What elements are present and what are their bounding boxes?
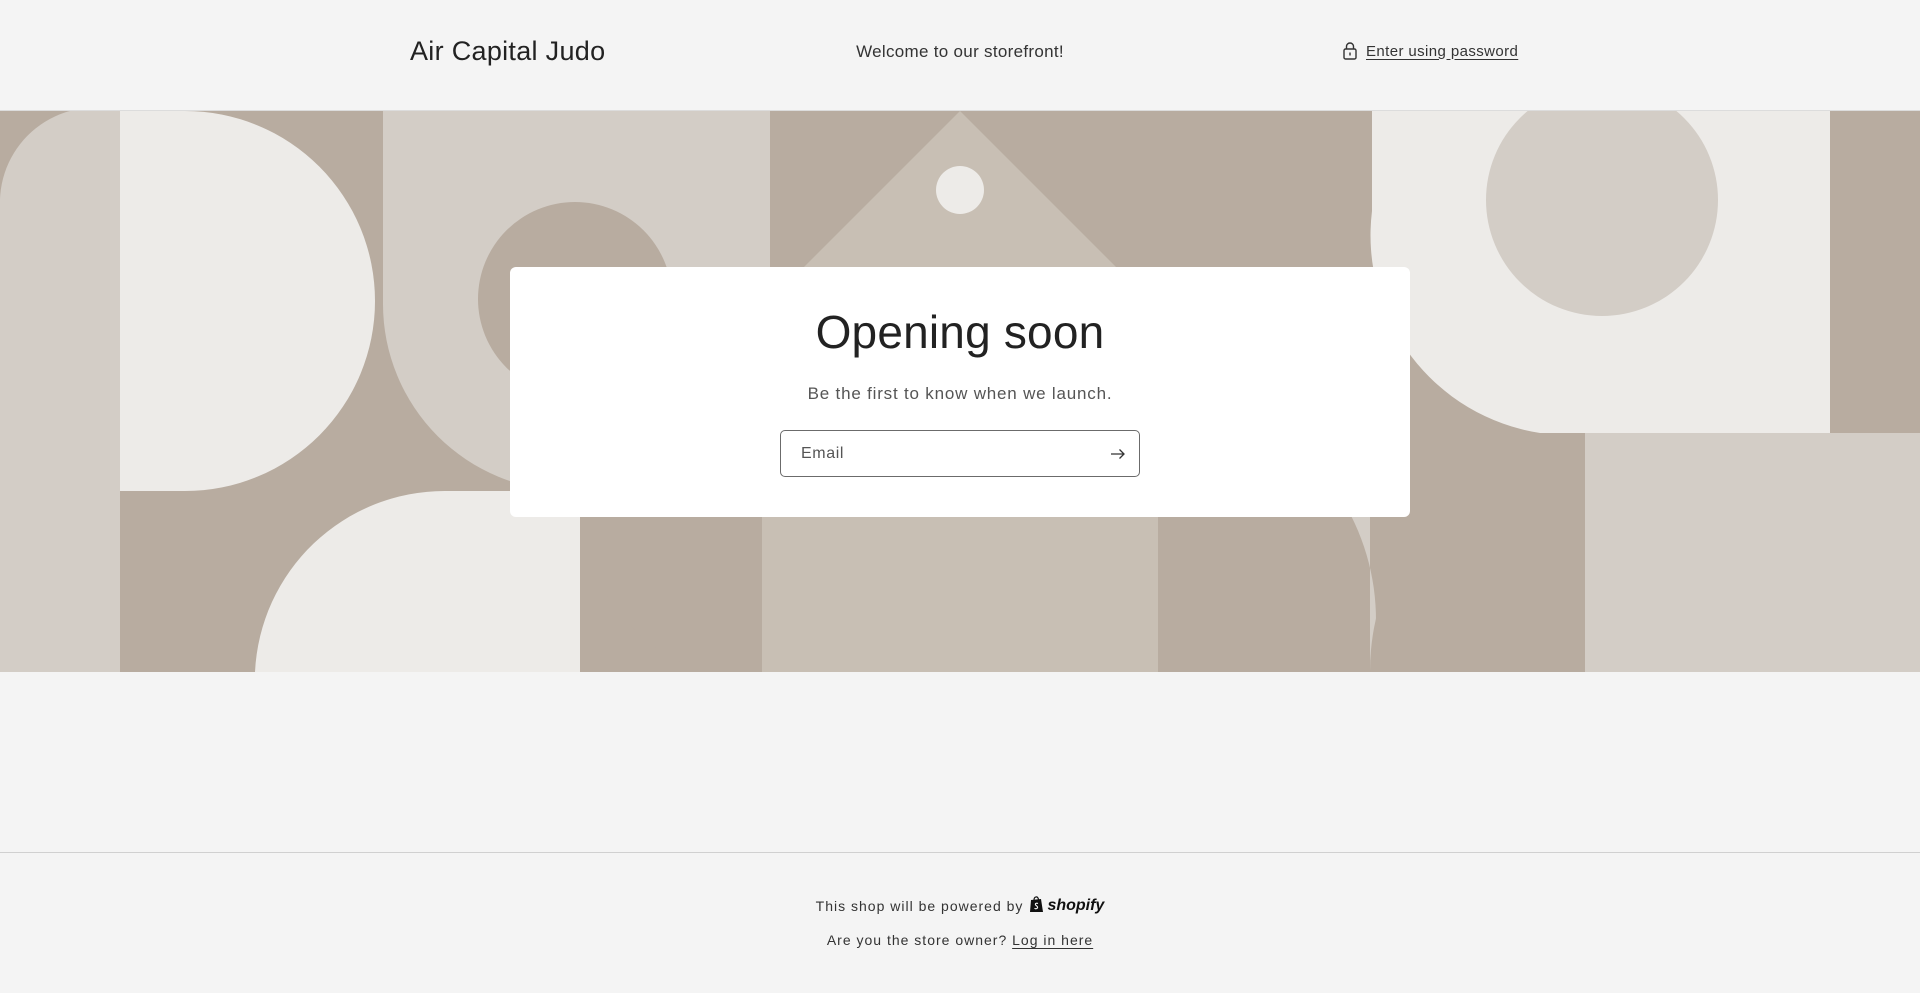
welcome-message: Welcome to our storefront! xyxy=(856,42,1064,61)
opening-soon-card: Opening soon Be the first to know when w… xyxy=(510,267,1410,517)
card-title: Opening soon xyxy=(815,306,1105,358)
shopify-wordmark: shopify xyxy=(1047,896,1105,914)
powered-by-line: This shop will be powered by shopify xyxy=(0,895,1920,916)
store-owner-line: Are you the store owner? Log in here xyxy=(0,932,1920,948)
powered-by-text: This shop will be powered by xyxy=(815,897,1024,914)
shopify-logo[interactable]: shopify xyxy=(1029,895,1104,916)
enter-password-link[interactable]: Enter using password xyxy=(1342,41,1518,61)
newsletter-form xyxy=(780,430,1140,477)
email-input[interactable] xyxy=(781,431,1101,476)
log-in-link[interactable]: Log in here xyxy=(1012,932,1093,948)
card-subtitle: Be the first to know when we launch. xyxy=(807,384,1113,403)
site-footer: This shop will be powered by shopify Are… xyxy=(0,852,1920,993)
shopify-bag-icon xyxy=(1029,895,1044,916)
enter-password-label[interactable]: Enter using password xyxy=(1366,43,1518,60)
store-owner-text: Are you the store owner? xyxy=(826,932,1008,948)
hero-banner: Opening soon Be the first to know when w… xyxy=(0,111,1920,672)
arrow-right-icon xyxy=(1110,448,1126,460)
site-header: Air Capital Judo Welcome to our storefro… xyxy=(0,0,1920,111)
lock-icon xyxy=(1342,41,1358,61)
store-brand-name[interactable]: Air Capital Judo xyxy=(410,36,605,67)
subscribe-button[interactable] xyxy=(1103,439,1133,469)
